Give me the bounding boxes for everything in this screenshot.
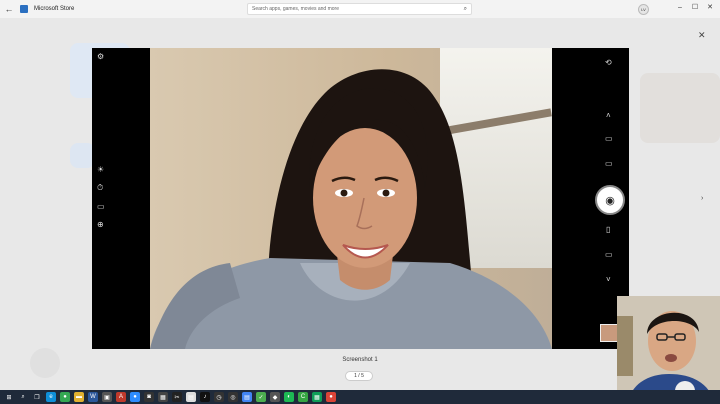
webcam-overlay [617, 296, 720, 404]
last-capture-thumbnail[interactable] [600, 324, 618, 342]
chrome2-icon[interactable]: ● [326, 392, 336, 402]
account-avatar[interactable]: LV [638, 4, 649, 15]
close-window-button[interactable]: ✕ [704, 1, 716, 13]
close-overlay-button[interactable]: ✕ [698, 30, 706, 41]
store-logo-icon [20, 5, 28, 13]
taskbar: ⊞ ⌕ ❐ e ● ▬ W ▣ A ● ◙ ▦ ✂ ▤ ♪ ◷ ◎ ▤ ✓ ◆ ◐ C ▦ ● [0, 390, 720, 404]
taskview-icon[interactable]: ❐ [32, 392, 42, 402]
start-icon[interactable]: ⊞ [4, 392, 14, 402]
video-icon[interactable]: ▭ [605, 160, 613, 168]
word-icon[interactable]: W [88, 392, 98, 402]
app-title: Microsoft Store [34, 6, 75, 12]
camtasia-icon[interactable]: C [298, 392, 308, 402]
camera-app-icon[interactable]: ◙ [144, 392, 154, 402]
settings-icon[interactable]: ⚙ [97, 53, 104, 61]
switch-camera-icon[interactable]: ⟲ [605, 59, 612, 67]
zoom-icon[interactable]: ⊕ [97, 221, 104, 229]
document-icon[interactable]: ▯ [606, 226, 610, 234]
store-icon[interactable]: ▦ [158, 392, 168, 402]
explorer-icon[interactable]: ▬ [74, 392, 84, 402]
bg-thumbnail [640, 73, 720, 143]
chevron-up-icon[interactable]: ˄ [606, 112, 611, 120]
aspect-icon[interactable]: ▭ [97, 203, 105, 211]
bg-avatar [30, 348, 60, 378]
tasks-icon[interactable]: ✓ [256, 392, 266, 402]
webcam-person [617, 296, 720, 404]
selfie-illustration [150, 48, 552, 349]
obs-icon[interactable]: ◎ [228, 392, 238, 402]
next-screenshot-button[interactable]: › [701, 195, 703, 202]
docs-icon[interactable]: ▤ [242, 392, 252, 402]
tiktok-icon[interactable]: ♪ [200, 392, 210, 402]
notes-icon[interactable]: ▤ [186, 392, 196, 402]
capcut-icon[interactable]: ✂ [172, 392, 182, 402]
search-taskbar-icon[interactable]: ⌕ [18, 392, 28, 402]
screenshot-viewer: ⚙ ☀ ⏱ ▭ ⊕ ⟲ ˄ ▭ ▭ ◉ ▯ ▭ ˅ [92, 48, 629, 349]
media-icon[interactable]: ◐ [284, 392, 294, 402]
games-icon[interactable]: ◆ [270, 392, 280, 402]
back-button[interactable]: ← [0, 0, 18, 18]
panorama-icon[interactable]: ▭ [605, 135, 613, 143]
chevron-down-icon[interactable]: ˅ [606, 276, 611, 284]
search-placeholder: Search apps, games, movies and more [252, 6, 339, 12]
shutter-button[interactable]: ◉ [595, 185, 625, 215]
screenshot-caption: Screenshot 1 [342, 357, 378, 363]
app-icon[interactable]: ▣ [102, 392, 112, 402]
search-input[interactable]: Search apps, games, movies and more ⌕ [247, 3, 472, 15]
selfie-photo [150, 48, 552, 349]
sheets-icon[interactable]: ▦ [312, 392, 322, 402]
screenshot-pager[interactable]: 1 / 5 [345, 371, 373, 381]
clock-icon[interactable]: ◷ [214, 392, 224, 402]
edge-icon[interactable]: e [46, 392, 56, 402]
brightness-icon[interactable]: ☀ [97, 166, 104, 174]
pdf-icon[interactable]: A [116, 392, 126, 402]
minimize-button[interactable]: – [674, 1, 686, 13]
maximize-button[interactable]: ☐ [689, 1, 701, 13]
timer-icon[interactable]: ⏱ [97, 184, 103, 192]
zoom-app-icon[interactable]: ● [130, 392, 140, 402]
whiteboard-icon[interactable]: ▭ [605, 251, 613, 259]
search-icon[interactable]: ⌕ [464, 6, 467, 13]
camera-icon: ◉ [605, 194, 615, 207]
chrome-icon[interactable]: ● [60, 392, 70, 402]
